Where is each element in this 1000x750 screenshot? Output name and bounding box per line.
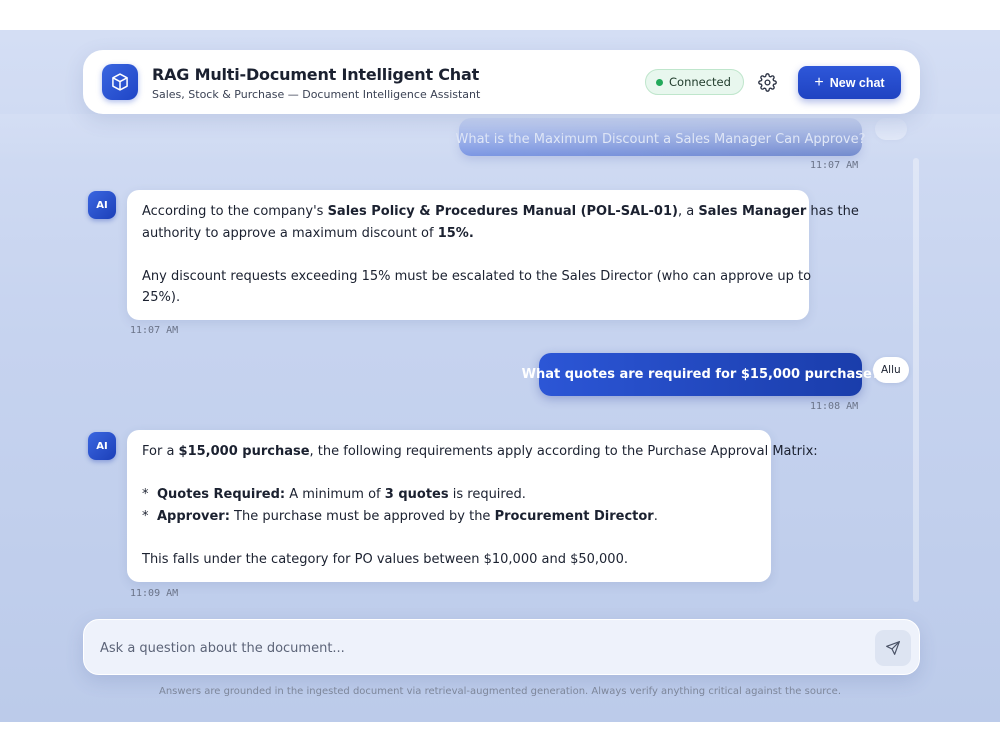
ai-avatar: AI xyxy=(88,191,116,219)
disclaimer-text: Answers are grounded in the ingested doc… xyxy=(159,686,841,697)
message-line: authority to approve a maximum discount … xyxy=(142,225,474,241)
plus-icon: + xyxy=(814,73,824,91)
user-message-text: What is the Maximum Discount a Sales Man… xyxy=(455,132,866,147)
user-message-text: What quotes are required for $15,000 pur… xyxy=(521,367,880,382)
message-line: This falls under the category for PO val… xyxy=(142,551,628,567)
message-time: 11:09 AM xyxy=(130,588,179,599)
send-button[interactable] xyxy=(875,630,911,666)
message-line: For a $15,000 purchase, the following re… xyxy=(142,444,818,459)
message-time: 11:07 AM xyxy=(810,160,859,171)
message-line: Any discount requests exceeding 15% must… xyxy=(142,268,812,284)
list-item: * Approver: The purchase must be approved… xyxy=(142,508,658,524)
page-title: RAG Multi-Document Intelligent Chat xyxy=(152,65,480,84)
send-icon xyxy=(886,641,900,655)
connection-status-badge: Connected xyxy=(645,69,744,95)
user-message: What quotes are required for $15,000 pur… xyxy=(522,353,879,396)
list-item: * Quotes Required: A minimum of 3 quotes … xyxy=(142,487,526,502)
cube-logo-icon xyxy=(102,64,138,100)
ai-avatar: AI xyxy=(88,432,116,460)
ai-message: For a $15,000 purchase, the following re… xyxy=(127,430,818,582)
page-subtitle: Sales, Stock & Purchase — Document Intel… xyxy=(152,88,481,101)
message-time: 11:07 AM xyxy=(130,325,179,336)
bottom-strip xyxy=(0,722,1000,750)
question-input[interactable] xyxy=(100,635,860,661)
top-strip xyxy=(0,0,1000,30)
chat-app: What is the Maximum Discount a Sales Man… xyxy=(0,30,1000,722)
scrollbar[interactable] xyxy=(913,158,919,602)
user-message-previous: What is the Maximum Discount a Sales Man… xyxy=(455,118,866,156)
message-time: 11:08 AM xyxy=(810,401,859,412)
message-line: According to the company's Sales Policy … xyxy=(142,204,859,219)
app-header: RAG Multi-Document Intelligent Chat Sale… xyxy=(83,50,920,114)
status-dot-icon xyxy=(656,78,663,86)
ai-message: According to the company's Sales Policy … xyxy=(127,190,859,320)
chat-input-bar xyxy=(83,619,920,675)
status-label: Connected xyxy=(669,75,731,89)
new-chat-button[interactable]: + New chat xyxy=(798,66,901,99)
gear-icon[interactable] xyxy=(756,71,778,93)
user-avatar: Allu xyxy=(873,357,909,383)
new-chat-label: New chat xyxy=(829,75,885,90)
message-line: 25%). xyxy=(142,290,181,305)
user-avatar-previous xyxy=(875,118,907,140)
